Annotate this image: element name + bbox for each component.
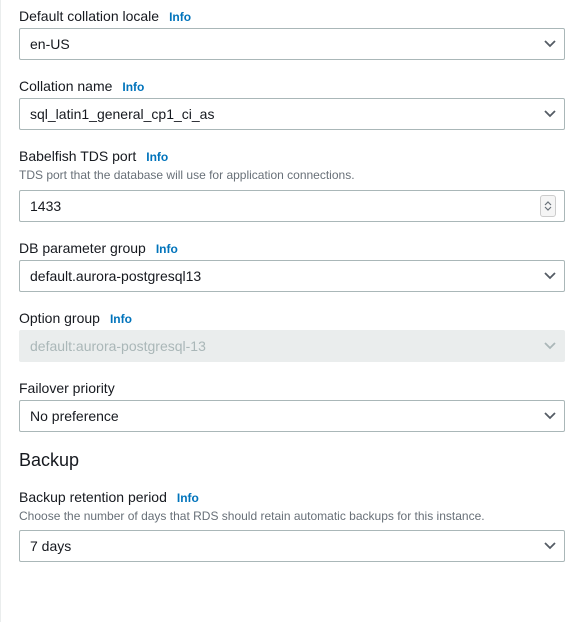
select-collation-locale[interactable]: en-US	[19, 28, 565, 60]
input-tds-port[interactable]: 1433	[19, 190, 565, 222]
label-row: DB parameter group Info	[19, 240, 565, 256]
field-backup-retention: Backup retention period Info Choose the …	[19, 489, 565, 563]
number-spinner[interactable]	[540, 195, 556, 217]
select-value: No preference	[30, 408, 119, 424]
field-param-group: DB parameter group Info default.aurora-p…	[19, 240, 565, 292]
label-row: Backup retention period Info	[19, 489, 565, 505]
label-row: Babelfish TDS port Info	[19, 148, 565, 164]
chevron-down-icon	[544, 272, 556, 280]
info-link[interactable]: Info	[156, 242, 178, 256]
help-tds-port: TDS port that the database will use for …	[19, 168, 565, 184]
label-backup-retention: Backup retention period	[19, 489, 167, 505]
select-value: en-US	[30, 36, 70, 52]
info-link[interactable]: Info	[177, 491, 199, 505]
select-value: default.aurora-postgresql13	[30, 268, 201, 284]
label-collation-locale: Default collation locale	[19, 8, 159, 24]
label-row: Failover priority	[19, 380, 565, 396]
info-link[interactable]: Info	[110, 312, 132, 326]
select-backup-retention[interactable]: 7 days	[19, 530, 565, 562]
info-link[interactable]: Info	[146, 150, 168, 164]
field-collation-locale: Default collation locale Info en-US	[19, 8, 565, 60]
info-link[interactable]: Info	[169, 10, 191, 24]
label-param-group: DB parameter group	[19, 240, 146, 256]
label-tds-port: Babelfish TDS port	[19, 148, 136, 164]
chevron-down-icon	[544, 40, 556, 48]
select-value: default:aurora-postgresql-13	[30, 338, 206, 354]
help-backup-retention: Choose the number of days that RDS shoul…	[19, 509, 565, 525]
field-option-group: Option group Info default:aurora-postgre…	[19, 310, 565, 362]
label-row: Collation name Info	[19, 78, 565, 94]
chevron-down-icon	[544, 206, 552, 211]
chevron-down-icon	[544, 342, 556, 350]
chevron-down-icon	[544, 542, 556, 550]
select-value: 7 days	[30, 538, 71, 554]
chevron-down-icon	[544, 110, 556, 118]
select-failover[interactable]: No preference	[19, 400, 565, 432]
chevron-down-icon	[544, 412, 556, 420]
field-collation-name: Collation name Info sql_latin1_general_c…	[19, 78, 565, 130]
select-param-group[interactable]: default.aurora-postgresql13	[19, 260, 565, 292]
select-value: sql_latin1_general_cp1_ci_as	[30, 106, 214, 122]
label-failover: Failover priority	[19, 380, 115, 396]
input-value: 1433	[30, 198, 540, 214]
select-option-group: default:aurora-postgresql-13	[19, 330, 565, 362]
field-failover: Failover priority No preference	[19, 380, 565, 432]
label-row: Option group Info	[19, 310, 565, 326]
field-tds-port: Babelfish TDS port Info TDS port that th…	[19, 148, 565, 222]
section-heading-backup: Backup	[19, 450, 565, 471]
select-collation-name[interactable]: sql_latin1_general_cp1_ci_as	[19, 98, 565, 130]
label-collation-name: Collation name	[19, 78, 112, 94]
label-row: Default collation locale Info	[19, 8, 565, 24]
label-option-group: Option group	[19, 310, 100, 326]
info-link[interactable]: Info	[122, 80, 144, 94]
